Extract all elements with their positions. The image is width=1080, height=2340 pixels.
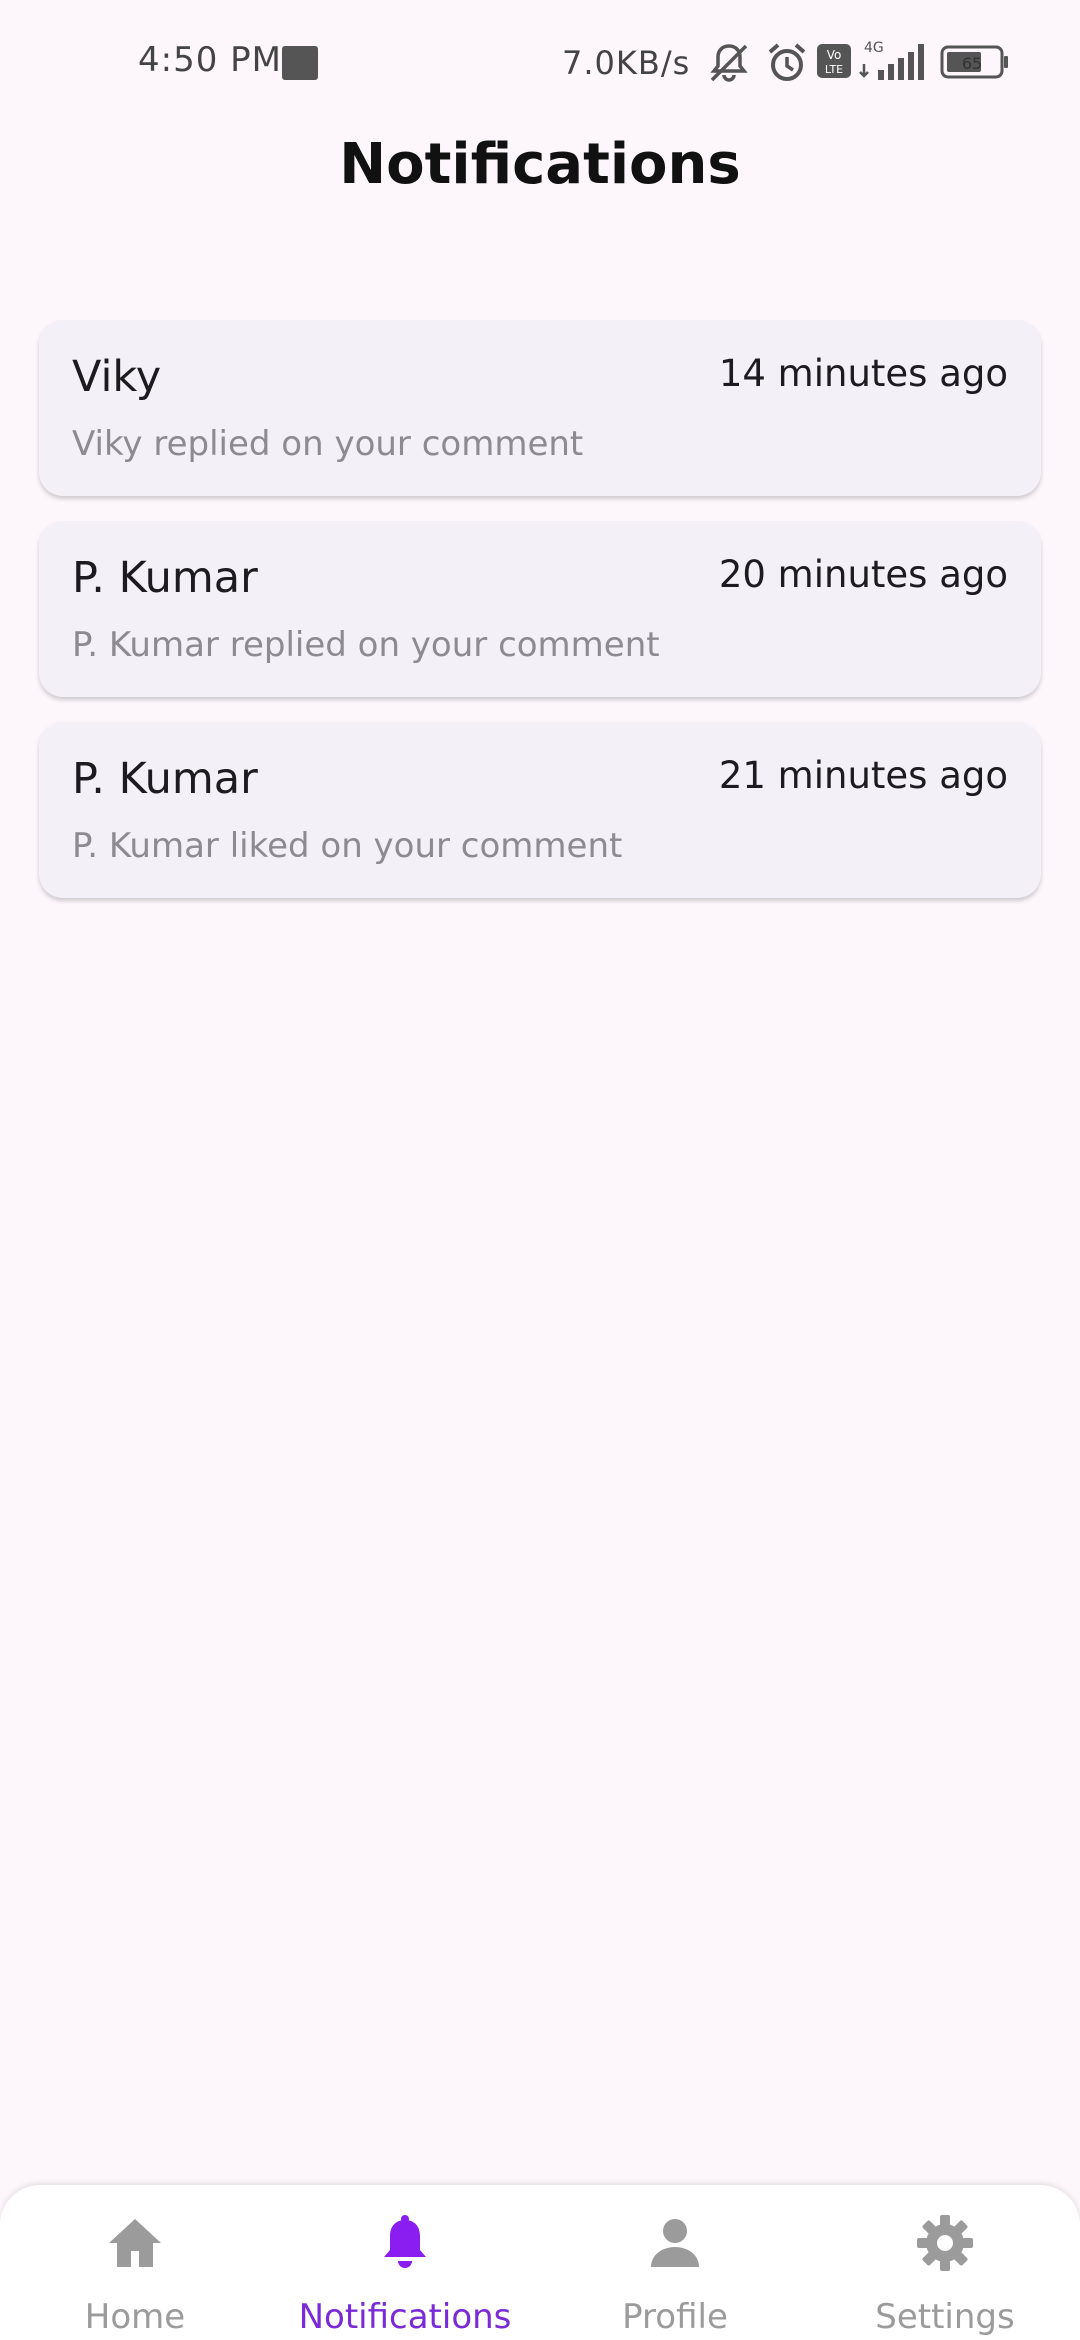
status-bar: 4:50 PM 7.0KB/s Vo LTE 4G 65 — [0, 0, 1080, 125]
svg-text:LTE: LTE — [825, 63, 843, 76]
nav-home-label: Home — [84, 2297, 186, 2337]
notifications-screen: 4:50 PM 7.0KB/s Vo LTE 4G 65 Notificatio… — [0, 0, 1080, 2340]
svg-text:4G: 4G — [864, 40, 884, 56]
notification-message: P. Kumar liked on your comment — [72, 826, 623, 866]
person-icon — [651, 2219, 699, 2267]
notification-message: Viky replied on your comment — [72, 424, 584, 464]
svg-text:Vo: Vo — [827, 48, 842, 62]
alarm-icon — [768, 43, 806, 81]
notification-message: P. Kumar replied on your comment — [72, 625, 660, 665]
nav-settings[interactable]: Settings — [810, 2185, 1080, 2340]
notification-list: Viky 14 minutes ago Viky replied on your… — [39, 320, 1041, 923]
nav-notifications-label: Notifications — [298, 2297, 512, 2337]
nav-home[interactable]: Home — [0, 2185, 270, 2340]
notification-card[interactable]: Viky 14 minutes ago Viky replied on your… — [39, 320, 1041, 496]
notification-card[interactable]: P. Kumar 21 minutes ago P. Kumar liked o… — [39, 722, 1041, 898]
notification-indicator-icon — [282, 46, 318, 80]
signal-4g-icon: 4G — [859, 40, 924, 80]
network-speed: 7.0KB/s — [562, 44, 691, 82]
status-time: 4:50 PM — [138, 40, 282, 80]
volte-icon: Vo LTE — [817, 44, 851, 78]
notification-sender: P. Kumar — [72, 754, 258, 804]
home-icon — [109, 2219, 161, 2267]
battery-level: 65 — [962, 54, 982, 73]
nav-profile-label: Profile — [622, 2297, 728, 2337]
nav-notifications[interactable]: Notifications — [270, 2185, 540, 2340]
notification-time: 21 minutes ago — [718, 754, 1008, 797]
page-title: Notifications — [339, 132, 741, 197]
notification-time: 14 minutes ago — [718, 352, 1008, 395]
notification-sender: P. Kumar — [72, 553, 258, 603]
gear-icon — [917, 2215, 973, 2271]
notification-time: 20 minutes ago — [718, 553, 1008, 596]
bell-icon — [384, 2215, 426, 2268]
mute-bell-icon — [710, 44, 748, 82]
notification-card[interactable]: P. Kumar 20 minutes ago P. Kumar replied… — [39, 521, 1041, 697]
notification-sender: Viky — [72, 352, 162, 402]
nav-profile[interactable]: Profile — [540, 2185, 810, 2340]
nav-settings-label: Settings — [875, 2297, 1015, 2337]
battery-icon: 65 — [940, 45, 1008, 79]
bottom-nav: Home Notifications Profile Settings — [0, 2185, 1080, 2340]
